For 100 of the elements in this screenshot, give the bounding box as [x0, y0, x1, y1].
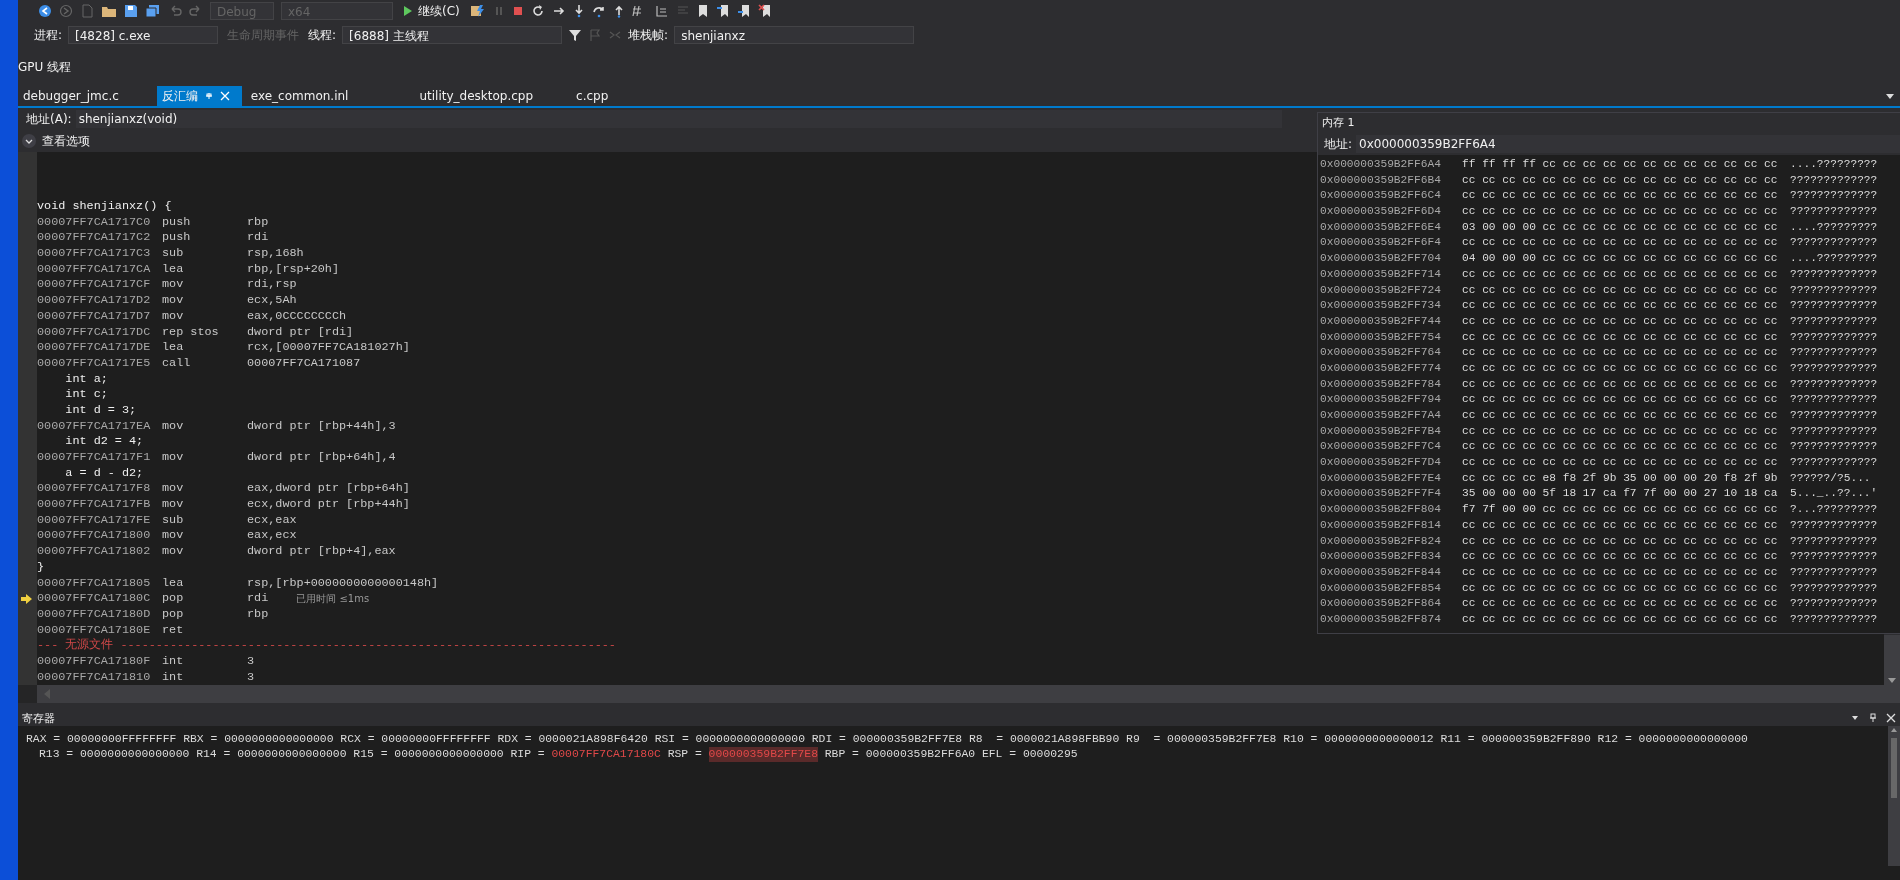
instruction-address: 00007FF7CA1717CA	[37, 261, 152, 278]
memory-bytes: cc cc cc cc cc cc cc cc cc cc cc cc cc cc cc cc	[1462, 533, 1779, 549]
instruction-address: 00007FF7CA1717EA	[37, 418, 152, 435]
expand-icon[interactable]	[22, 134, 36, 148]
memory-ascii: ....?????????	[1790, 251, 1878, 267]
memory-bytes: cc cc cc cc cc cc cc cc cc cc cc cc cc cc cc cc	[1462, 455, 1779, 471]
memory-bytes: cc cc cc cc cc cc cc cc cc cc cc cc cc cc cc cc	[1462, 611, 1779, 627]
memory-address: 0x000000359B2FF7A4	[1320, 408, 1442, 423]
stop-icon[interactable]	[511, 4, 524, 18]
operands: rsp,168h	[247, 246, 304, 262]
operands: ecx,eax	[247, 512, 297, 529]
memory-bytes: cc cc cc cc cc cc cc cc cc cc cc cc cc cc cc cc	[1462, 580, 1779, 596]
memory-bytes: cc cc cc cc cc cc cc cc cc cc cc cc cc cc cc cc	[1462, 408, 1779, 423]
memory-address: 0x000000359B2FF6E4	[1320, 219, 1442, 235]
register-value[interactable]: 000000359B2FF6A0	[865, 747, 976, 762]
memory-ascii: ?????????????	[1790, 204, 1878, 220]
memory-ascii: ?????????????	[1790, 533, 1878, 549]
memory-ascii: 5..._..??...'	[1790, 486, 1878, 502]
mnemonic: mov	[162, 497, 185, 513]
mnemonic: rep stos	[162, 324, 220, 341]
memory-bytes: cc cc cc cc cc cc cc cc cc cc cc cc cc cc cc cc	[1462, 282, 1779, 298]
document-tab[interactable]: c.cpp	[571, 86, 615, 106]
register-value[interactable]: 0000000000000000	[695, 732, 805, 747]
bookmark-next-icon[interactable]	[736, 4, 751, 18]
bookmark-icon[interactable]	[696, 4, 709, 18]
register-value[interactable]: 00000000FFFFFFFF	[381, 732, 491, 747]
register-value[interactable]: 0000000000000000	[224, 732, 334, 747]
memory-address: 0x000000359B2FF794	[1320, 392, 1442, 408]
register-value[interactable]: 000000359B2FF890	[1481, 732, 1591, 747]
vertical-scrollbar[interactable]	[1888, 726, 1900, 866]
memory-address: 0x000000359B2FF734	[1320, 298, 1442, 314]
address-field[interactable]: shenjianxz(void)	[75, 110, 1282, 128]
register-value[interactable]: 00000000FFFFFFFF	[67, 732, 177, 747]
register-value[interactable]: 0000000000000000	[80, 747, 190, 762]
memory-ascii: ?????????????	[1790, 549, 1878, 565]
source-line: int d = 3;	[64, 402, 137, 419]
source-line: int d2 = 4;	[64, 434, 144, 450]
memory-ascii: ?????????????	[1790, 235, 1878, 251]
operands: rsp,[rbp+0000000000000148h]	[247, 575, 439, 592]
memory-ascii: ?????????????	[1790, 282, 1878, 298]
instruction-address: 00007FF7CA1717F8	[37, 481, 152, 498]
vertical-scrollbar[interactable]	[1884, 635, 1900, 685]
address-field[interactable]: 0x000000359B2FF6A4	[1356, 135, 1900, 153]
memory-ascii: ....?????????	[1790, 157, 1878, 172]
memory-address: 0x000000359B2FF844	[1320, 564, 1442, 580]
mnemonic: int	[162, 653, 185, 670]
register-value[interactable]: 0000000000000000	[394, 747, 504, 762]
memory-bytes: cc cc cc cc cc cc cc cc cc cc cc cc cc cc cc cc	[1462, 392, 1779, 408]
lightning-icon[interactable]	[469, 4, 486, 18]
view-options-label[interactable]: 查看选项	[42, 132, 90, 150]
register-value[interactable]: 0000021A898FBB90	[1009, 732, 1120, 747]
memory-ascii: ?????????????	[1790, 376, 1878, 392]
memory-ascii: ?????????????	[1790, 408, 1878, 423]
restart-icon[interactable]	[530, 4, 545, 18]
memory-bytes: f7 7f 00 00 cc cc cc cc cc cc cc cc cc cc cc cc	[1462, 502, 1779, 518]
operands: dword ptr [rbp+44h],3	[247, 418, 396, 435]
register-value[interactable]: 000000359B2FF7E8	[1167, 732, 1277, 747]
panel-title: 寄存器	[22, 710, 55, 726]
mnemonic: pop	[162, 591, 185, 607]
memory-bytes: cc cc cc cc cc cc cc cc cc cc cc cc cc cc cc cc	[1462, 313, 1779, 329]
operands: ecx,dword ptr [rbp+44h]	[247, 497, 410, 513]
process-dropdown[interactable]: [4828] c.exe	[68, 26, 219, 44]
horizontal-scrollbar[interactable]	[37, 685, 1900, 703]
save-icon[interactable]	[124, 4, 138, 18]
operands: eax,0CCCCCCCCh	[247, 308, 347, 325]
thread-dropdown[interactable]: [6888] 主线程	[342, 26, 563, 44]
register-value[interactable]: 0000021A898F6420	[538, 732, 648, 747]
mnemonic: push	[162, 230, 192, 247]
memory-ascii: ?????????????	[1790, 517, 1878, 533]
document-tab[interactable]: debugger_jmc.c	[18, 86, 125, 106]
save-all-icon[interactable]	[145, 4, 161, 18]
thread-icon[interactable]	[654, 4, 669, 18]
document-tab[interactable]: utility_desktop.cpp	[414, 86, 540, 106]
register-value[interactable]: 0000000000000012	[1324, 732, 1434, 747]
bookmark-clear-icon[interactable]	[757, 4, 772, 18]
register-value[interactable]: 0000000000000000	[1638, 732, 1748, 747]
register-value[interactable]: 000000359B2FF7E8	[852, 732, 963, 747]
document-tab[interactable]: 反汇编	[156, 86, 242, 106]
open-folder-icon[interactable]	[101, 4, 117, 18]
close-icon[interactable]	[1886, 713, 1896, 723]
register-value[interactable]: 00000295	[1022, 747, 1078, 762]
register-value[interactable]: 0000000000000000	[237, 747, 347, 762]
operands: eax,dword ptr [rbp+64h]	[247, 481, 410, 498]
bookmark-prev-icon[interactable]	[715, 4, 730, 18]
step-over-icon[interactable]	[591, 4, 606, 18]
operands: 3	[247, 653, 255, 670]
instruction-address: 00007FF7CA17180E	[37, 622, 152, 638]
filter-icon[interactable]	[568, 28, 583, 42]
stack-frame-dropdown[interactable]: shenjianxz	[674, 26, 915, 44]
operands: rbp,[rsp+20h]	[247, 261, 340, 278]
instruction-address: 00007FF7CA1717FB	[37, 497, 152, 513]
memory-bytes: cc cc cc cc cc cc cc cc cc cc cc cc cc cc cc cc	[1462, 266, 1779, 282]
back-icon[interactable]	[38, 4, 52, 18]
instruction-address: 00007FF7CA171800	[37, 528, 152, 545]
continue-button[interactable]: 继续(C)	[400, 2, 463, 20]
pin-icon[interactable]	[1868, 713, 1878, 723]
document-tab[interactable]: exe_common.inl	[245, 86, 355, 106]
pin-icon[interactable]	[203, 91, 214, 101]
step-into-icon[interactable]	[572, 4, 585, 18]
register-value[interactable]: 00007FF7CA17180C	[551, 747, 661, 762]
